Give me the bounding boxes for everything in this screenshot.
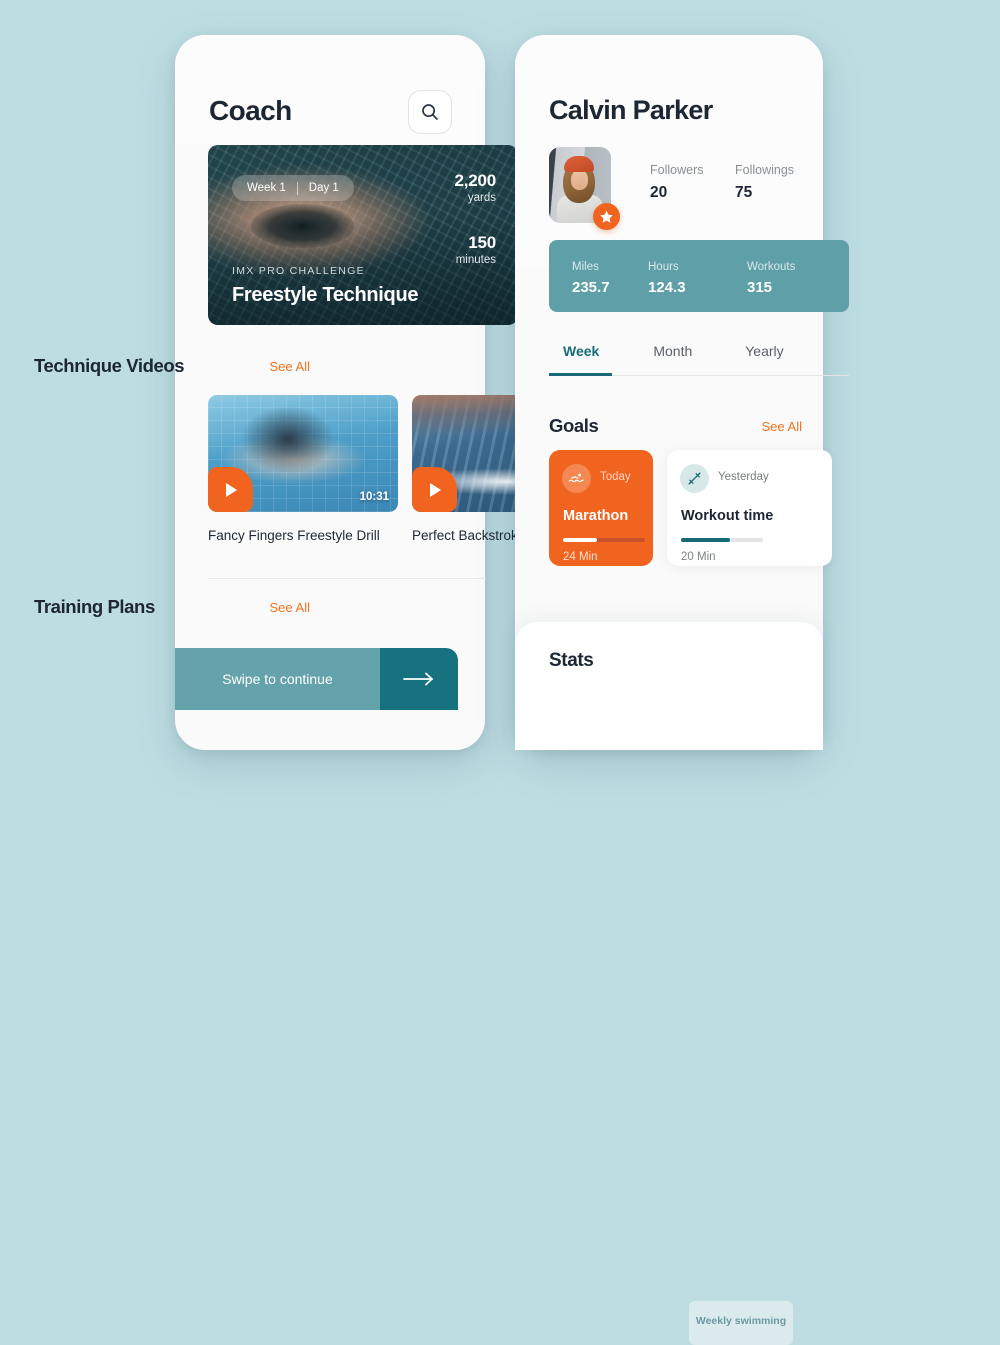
goal-when: Yesterday [718,471,769,483]
phone-left-screen [175,35,485,750]
play-button[interactable] [208,467,253,512]
summary-stats-bar: Miles 235.7 Hours 124.3 Workouts 315 [549,240,849,312]
swipe-arrow-button[interactable] [380,648,458,710]
hero-stat-minutes: 150 minutes [456,233,496,266]
star-icon [600,210,613,223]
goal-value: 20 Min [681,551,716,563]
status-badge [593,203,620,230]
swimmer-icon [562,464,591,493]
stat-label: Miles [572,261,599,273]
play-icon [430,482,441,497]
dumbbell-glyph [688,472,701,485]
avatar[interactable] [549,147,620,230]
avatar-face [571,170,588,190]
goal-name: Marathon [563,508,629,524]
hero-stat-value: 150 [468,233,496,252]
stat-label: Followers [650,163,704,177]
summary-stat-hours: Hours 124.3 [648,261,686,296]
stats-title: Stats [549,650,594,671]
hero-day-label: Day 1 [308,182,339,194]
stat-label: Workouts [747,261,796,273]
video-duration: 10:31 [359,491,389,503]
summary-stat-workouts: Workouts 315 [747,261,795,296]
video-thumbnail: 10:31 [208,395,398,512]
section-title: Goals [549,415,599,436]
technique-videos-header: Technique Videos See All [34,355,310,377]
video-title: Fancy Fingers Freestyle Drill [208,528,380,543]
video-card[interactable]: 10:31 Fancy Fingers Freestyle Drill [208,395,398,546]
search-button[interactable] [408,90,452,134]
stat-value: 315 [747,279,773,296]
section-divider [208,578,486,579]
hero-kicker: IMX PRO CHALLENGE [232,265,365,277]
section-title: Training Plans [34,596,155,617]
weekly-swimming-chip[interactable]: Weekly swimming [689,1301,793,1345]
hero-week-label: Week 1 [247,182,286,194]
goal-progress-fill [563,538,598,542]
tab-week[interactable]: Week [548,343,613,376]
profile-name: Calvin Parker [549,95,713,125]
goal-value: 24 Min [563,551,598,563]
hero-workout-card[interactable]: Week 1 Day 1 2,200 yards 150 minutes IMX… [208,145,518,325]
followers-stat: Followers 20 [650,163,704,202]
hero-stat-yards: 2,200 yards [454,171,496,204]
see-all-goals-link[interactable]: See All [762,419,802,434]
section-title: Technique Videos [34,355,185,376]
arrow-right-icon [403,672,433,686]
dumbbell-icon [680,464,709,493]
goal-when: Today [600,471,631,483]
goal-progress-fill [681,538,731,542]
stat-label: Followings [735,163,795,177]
stats-bottom-sheet: Stats Weekly swimming [515,622,823,1345]
swipe-to-continue-bar[interactable]: Swipe to continue [175,648,458,710]
chip-label: Weekly swimming [695,1315,787,1327]
summary-stat-miles: Miles 235.7 [572,261,610,296]
coach-screen [175,35,485,750]
tab-month[interactable]: Month [653,343,692,375]
page-title: Coach [209,95,292,126]
play-icon [226,482,237,497]
hero-stat-unit: yards [467,192,496,204]
stat-label: Hours [648,261,679,273]
play-button[interactable] [412,467,457,512]
goal-name: Workout time [681,508,774,524]
stat-value: 75 [735,184,753,201]
followings-stat: Followings 75 [735,163,794,202]
goal-progress-bar [681,538,763,542]
stat-value: 235.7 [572,279,610,296]
training-plans-header: Training Plans See All [34,596,310,618]
period-tabs: Week Month Yearly [548,343,849,376]
swimmer-glyph [568,473,584,483]
see-all-videos-link[interactable]: See All [270,359,310,374]
stat-value: 124.3 [648,279,686,296]
swipe-label: Swipe to continue [175,648,380,710]
hero-workout-name: Freestyle Technique [232,284,419,306]
hero-stat-value: 2,200 [454,171,496,190]
stat-value: 20 [650,184,668,201]
hero-week-day-pill: Week 1 Day 1 [232,175,354,201]
goals-header: Goals See All [549,415,824,437]
goal-progress-bar [563,538,645,542]
goal-card[interactable]: Today Marathon 24 Min [549,450,653,566]
tab-yearly[interactable]: Yearly [745,343,783,375]
avatar-beanie [564,156,594,172]
goal-card[interactable]: Yesterday Workout time 20 Min [667,450,832,566]
hero-stat-unit: minutes [455,254,496,266]
search-icon [422,104,438,120]
see-all-plans-link[interactable]: See All [270,600,310,615]
